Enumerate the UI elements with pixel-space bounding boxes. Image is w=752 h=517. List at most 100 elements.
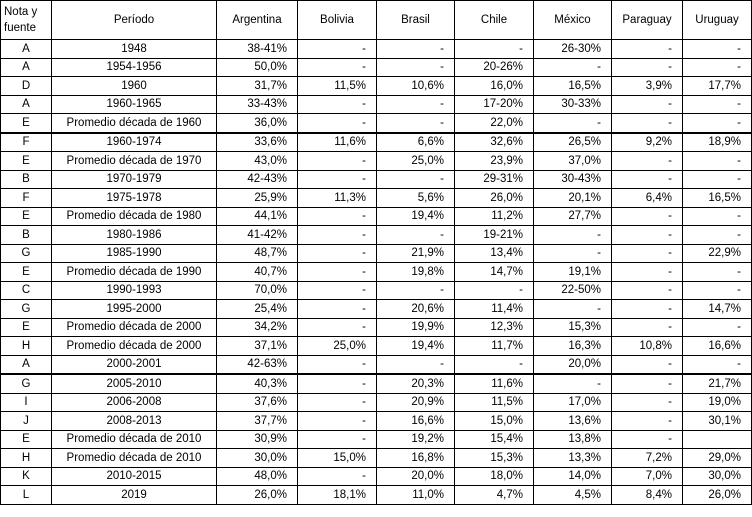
cell-argentina: 43,0% (216, 151, 298, 171)
cell-mexico: 15,3% (533, 317, 612, 337)
cell-paraguay: - (611, 392, 683, 412)
cell-brasil: - (376, 280, 455, 300)
cell-brasil: - (376, 57, 455, 77)
cell-source: A (0, 354, 52, 375)
cell-source: L (0, 485, 52, 505)
cell-source: I (0, 392, 52, 412)
cell-argentina: 40,7% (216, 262, 298, 282)
cell-bolivia: - (297, 299, 377, 319)
cell-chile: 11,2% (454, 206, 534, 226)
cell-bolivia: - (297, 169, 377, 189)
cell-chile: 26,0% (454, 188, 534, 208)
cell-paraguay: - (611, 94, 683, 114)
cell-bolivia: - (297, 411, 377, 431)
cell-brasil: 19,4% (376, 336, 455, 356)
cell-paraguay: - (611, 113, 683, 133)
cell-bolivia: - (297, 280, 377, 300)
cell-period: 2010-2015 (51, 466, 217, 486)
cell-mexico: 14,0% (533, 466, 612, 486)
cell-source: K (0, 466, 52, 486)
cell-mexico: 26-30% (533, 39, 612, 59)
cell-chile: 4,7% (454, 485, 534, 505)
cell-chile: - (454, 39, 534, 59)
cell-argentina: 42-43% (216, 169, 298, 189)
table-row: L 2019 26,0% 18,1% 11,0% 4,7% 4,5% 8,4% 26,0% (0, 485, 752, 505)
cell-mexico: 20,0% (533, 354, 612, 375)
cell-period: 2019 (51, 485, 217, 505)
cell-mexico: - (533, 57, 612, 77)
cell-bolivia: - (297, 39, 377, 59)
cell-mexico: 4,5% (533, 485, 612, 505)
header-brasil: Brasil (376, 0, 455, 40)
cell-uruguay: - (682, 317, 752, 337)
header-row: Nota y fuente Período Argentina Bolivia … (0, 0, 752, 40)
cell-uruguay: 26,0% (682, 485, 752, 505)
table-row: F 1975-1978 25,9% 11,3% 5,6% 26,0% 20,1% 6,4% 16… (0, 188, 752, 208)
cell-mexico: 26,5% (533, 131, 612, 152)
cell-brasil: - (376, 354, 455, 375)
cell-source: E (0, 206, 52, 226)
cell-uruguay: - (682, 262, 752, 282)
cell-brasil: 20,3% (376, 373, 455, 394)
table-row: I 2006-2008 37,6% -20,9% 11,5% 17,0% -19,0% (0, 392, 752, 412)
cell-source: H (0, 448, 52, 468)
cell-bolivia: - (297, 373, 377, 394)
cell-source: G (0, 373, 52, 394)
table-row: E Promedio década de 1960 36,0% - -22,0% - - - (0, 113, 752, 133)
header-argentina: Argentina (216, 0, 298, 40)
cell-uruguay: 16,5% (682, 188, 752, 208)
cell-mexico: 16,3% (533, 336, 612, 356)
cell-paraguay: - (611, 243, 683, 263)
cell-source: B (0, 225, 52, 245)
cell-paraguay: - (611, 151, 683, 171)
cell-chile: 15,0% (454, 411, 534, 431)
cell-brasil: - (376, 225, 455, 245)
cell-argentina: 44,1% (216, 206, 298, 226)
cell-period: 1980-1986 (51, 225, 217, 245)
cell-uruguay: 17,7% (682, 76, 752, 96)
cell-mexico: - (533, 243, 612, 263)
cell-bolivia: - (297, 94, 377, 114)
cell-source: D (0, 76, 52, 96)
cell-bolivia: 11,3% (297, 188, 377, 208)
cell-bolivia: - (297, 392, 377, 412)
table-row: B 1980-1986 41-42% - -19-21% - - - (0, 225, 752, 245)
table-row: E Promedio década de 1990 40,7% -19,8% 14,7%… (0, 262, 752, 282)
cell-paraguay: - (611, 225, 683, 245)
cell-chile: 16,0% (454, 76, 534, 96)
cell-argentina: 41-42% (216, 225, 298, 245)
cell-paraguay: 10,8% (611, 336, 683, 356)
cell-chile: - (454, 354, 534, 375)
table-row: D 1960 31,7% 11,5% 10,6% 16,0% 16,5% 3,9% 17,7% (0, 76, 752, 96)
cell-argentina: 38-41% (216, 39, 298, 59)
table-row: C 1990-1993 70,0% - - -22-50% - - (0, 280, 752, 300)
cell-paraguay: - (611, 169, 683, 189)
table-row: J 2008-2013 37,7% -16,6% 15,0% 13,6% -30,1% (0, 411, 752, 431)
cell-brasil: 20,6% (376, 299, 455, 319)
cell-mexico: 20,1% (533, 188, 612, 208)
cell-source: A (0, 57, 52, 77)
cell-mexico: 22-50% (533, 280, 612, 300)
cell-brasil: 16,6% (376, 411, 455, 431)
cell-uruguay: - (682, 206, 752, 226)
table-row: E Promedio década de 2010 30,9% -19,2% 15,4%… (0, 429, 752, 449)
cell-period: 2000-2001 (51, 354, 217, 375)
cell-argentina: 40,3% (216, 373, 298, 394)
cell-brasil: - (376, 113, 455, 133)
cell-uruguay: - (682, 354, 752, 375)
cell-period: 2005-2010 (51, 373, 217, 394)
cell-brasil: - (376, 94, 455, 114)
table-row: A 2000-2001 42-63% - - -20,0% - - (0, 354, 752, 375)
cell-paraguay: - (611, 354, 683, 375)
table-row: B 1970-1979 42-43% - -29-31% 30-43% - - (0, 169, 752, 189)
cell-paraguay: - (611, 262, 683, 282)
table-row: K 2010-2015 48,0% -20,0% 18,0% 14,0% 7,0% 30,0% (0, 466, 752, 486)
cell-brasil: 19,9% (376, 317, 455, 337)
cell-period: 1948 (51, 39, 217, 59)
table-row: G 1995-2000 25,4% -20,6% 11,4% - -14,7% (0, 299, 752, 319)
cell-chile: - (454, 280, 534, 300)
cell-brasil: 19,8% (376, 262, 455, 282)
cell-chile: 23,9% (454, 151, 534, 171)
cell-uruguay: 21,7% (682, 373, 752, 394)
cell-mexico: - (533, 225, 612, 245)
